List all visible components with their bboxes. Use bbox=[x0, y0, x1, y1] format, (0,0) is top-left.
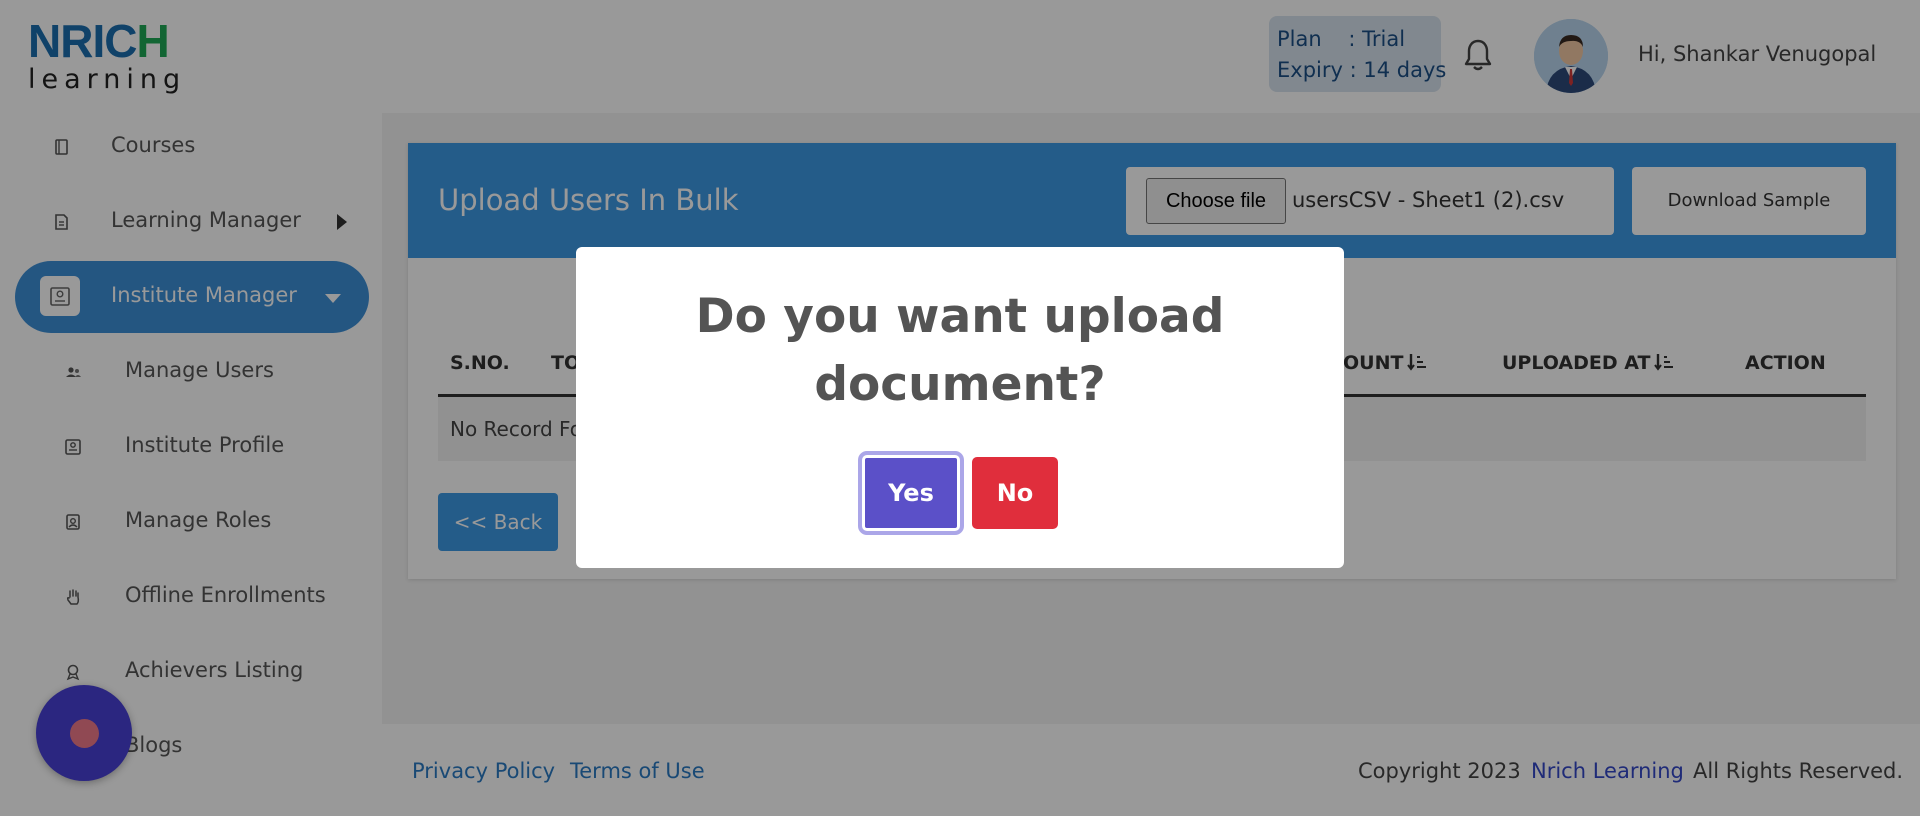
no-button[interactable]: No bbox=[972, 457, 1058, 529]
dialog-title: Do you want upload document? bbox=[695, 289, 1225, 412]
confirm-dialog: Do you want upload document? Yes No bbox=[576, 247, 1344, 568]
yes-button[interactable]: Yes bbox=[858, 451, 964, 535]
